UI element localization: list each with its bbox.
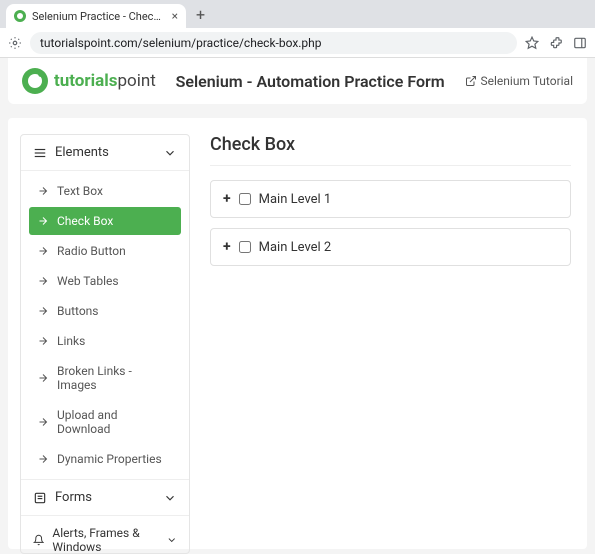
sidebar-item-check-box[interactable]: Check Box <box>29 207 181 235</box>
sidebar-section-forms[interactable]: Forms <box>21 479 189 516</box>
tree-item-main-level-2[interactable]: + Main Level 2 <box>210 228 571 266</box>
url-text: tutorialspoint.com/selenium/practice/che… <box>40 36 322 50</box>
sidebar-item-label: Web Tables <box>57 274 119 288</box>
tree-item-label: Main Level 1 <box>259 192 332 207</box>
sidebar-item-buttons[interactable]: Buttons <box>29 297 181 325</box>
star-icon[interactable] <box>525 36 539 50</box>
section-label: Forms <box>55 490 92 505</box>
arrow-right-icon <box>37 305 49 317</box>
menu-icon <box>33 146 47 160</box>
arrow-right-icon <box>37 185 49 197</box>
chevron-down-icon <box>166 533 178 547</box>
checkbox-main-level-2[interactable] <box>239 241 251 253</box>
sidebar-section-elements[interactable]: Elements <box>21 135 189 171</box>
arrow-right-icon <box>37 215 49 227</box>
logo[interactable]: tutorialspoint <box>22 68 156 94</box>
tutorial-link[interactable]: Selenium Tutorial <box>465 74 574 88</box>
sidebar-item-label: Upload and Download <box>57 408 173 436</box>
address-bar: tutorialspoint.com/selenium/practice/che… <box>0 28 595 58</box>
browser-tab[interactable]: Selenium Practice - Check Bo × <box>6 4 186 28</box>
chevron-down-icon <box>163 491 177 505</box>
section-label: Elements <box>55 145 109 160</box>
extensions-icon[interactable] <box>549 36 563 50</box>
logo-text: tutorialspoint <box>54 71 156 91</box>
browser-tab-strip: Selenium Practice - Check Bo × + <box>0 0 595 28</box>
arrow-right-icon <box>37 372 49 384</box>
sidebar-section-alerts[interactable]: Alerts, Frames & Windows <box>21 516 189 554</box>
close-icon[interactable]: × <box>172 9 178 23</box>
expand-icon[interactable]: + <box>223 191 231 207</box>
sidebar-item-label: Text Box <box>57 184 103 198</box>
sidebar-item-label: Radio Button <box>57 244 126 258</box>
main-panel: Check Box + Main Level 1 + Main Level 2 <box>206 134 575 549</box>
tab-title: Selenium Practice - Check Bo <box>32 10 166 23</box>
sidebar-item-dynamic-properties[interactable]: Dynamic Properties <box>29 445 181 473</box>
arrow-right-icon <box>37 453 49 465</box>
form-icon <box>33 491 47 505</box>
arrow-right-icon <box>37 275 49 287</box>
sidebar-item-label: Buttons <box>57 304 99 318</box>
favicon-icon <box>14 10 26 22</box>
sidebar: Elements Text Box Check Box Radio Button… <box>20 134 190 554</box>
page-title: Check Box <box>210 134 571 166</box>
section-label: Alerts, Frames & Windows <box>52 526 165 554</box>
panel-icon[interactable] <box>573 36 587 50</box>
new-tab-button[interactable]: + <box>190 5 211 24</box>
sidebar-item-links[interactable]: Links <box>29 327 181 355</box>
sidebar-item-label: Check Box <box>57 214 113 228</box>
logo-icon <box>22 68 48 94</box>
chevron-down-icon <box>163 146 177 160</box>
arrow-right-icon <box>37 416 49 428</box>
sidebar-item-upload-download[interactable]: Upload and Download <box>29 401 181 443</box>
sidebar-item-broken-links[interactable]: Broken Links - Images <box>29 357 181 399</box>
sidebar-item-label: Dynamic Properties <box>57 452 162 466</box>
tree-item-label: Main Level 2 <box>259 240 332 255</box>
tree-item-main-level-1[interactable]: + Main Level 1 <box>210 180 571 218</box>
content-area: Elements Text Box Check Box Radio Button… <box>8 118 587 549</box>
sidebar-item-text-box[interactable]: Text Box <box>29 177 181 205</box>
site-info-icon[interactable] <box>8 36 22 50</box>
elements-menu: Text Box Check Box Radio Button Web Tabl… <box>21 171 189 479</box>
sidebar-item-web-tables[interactable]: Web Tables <box>29 267 181 295</box>
page-header: tutorialspoint Selenium - Automation Pra… <box>8 58 587 104</box>
expand-icon[interactable]: + <box>223 239 231 255</box>
sidebar-item-label: Links <box>57 334 85 348</box>
url-input[interactable]: tutorialspoint.com/selenium/practice/che… <box>30 32 517 54</box>
external-link-icon <box>465 75 477 87</box>
tutorial-link-label: Selenium Tutorial <box>481 74 574 88</box>
arrow-right-icon <box>37 245 49 257</box>
checkbox-main-level-1[interactable] <box>239 193 251 205</box>
arrow-right-icon <box>37 335 49 347</box>
bell-icon <box>33 533 44 547</box>
page-heading: Selenium - Automation Practice Form <box>176 72 445 91</box>
sidebar-item-label: Broken Links - Images <box>57 364 173 392</box>
sidebar-item-radio-button[interactable]: Radio Button <box>29 237 181 265</box>
